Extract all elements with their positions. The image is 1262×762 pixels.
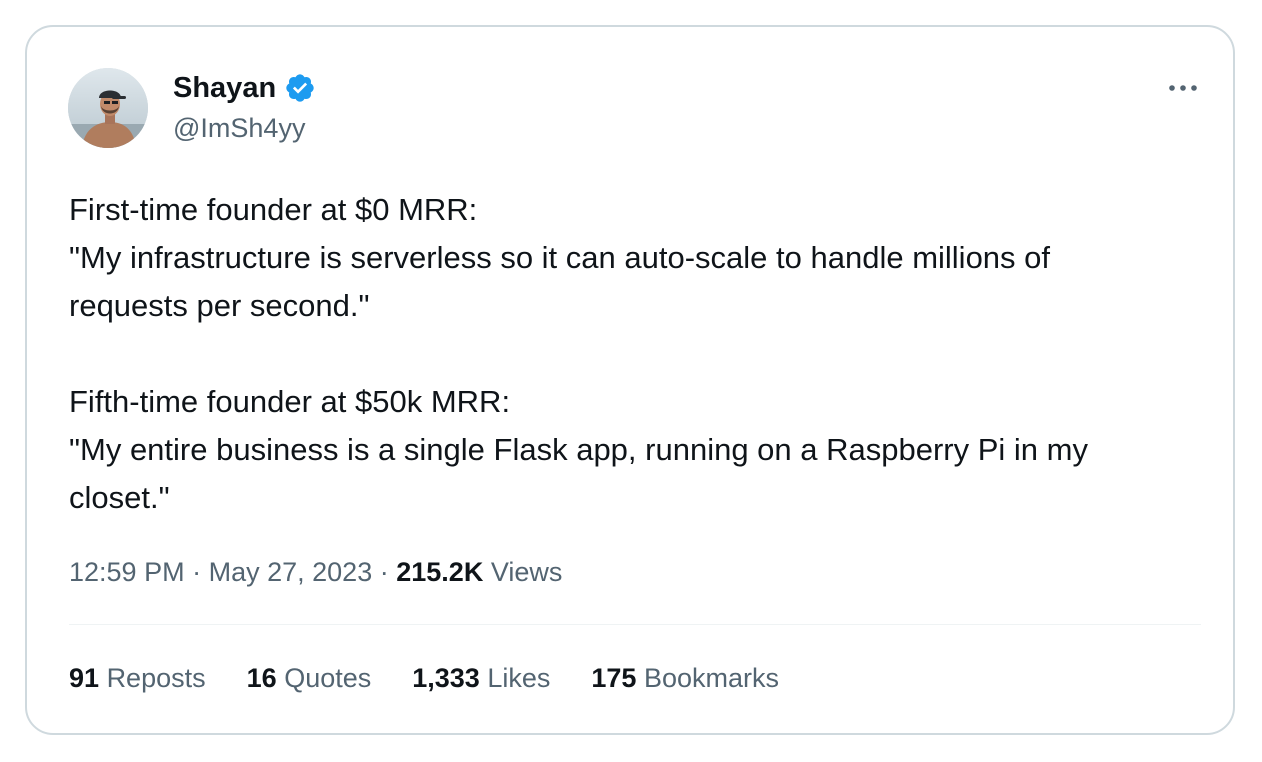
tweet-date[interactable]: May 27, 2023 [209, 557, 373, 587]
quotes-count: 16 [246, 663, 277, 693]
quotes-label: Quotes [284, 663, 372, 693]
author-name[interactable]: Shayan [173, 70, 276, 106]
avatar[interactable] [68, 68, 148, 148]
tweet-line-gap [69, 330, 1219, 378]
likes-stat[interactable]: 1,333 Likes [412, 660, 550, 696]
divider [69, 624, 1201, 625]
reposts-stat[interactable]: 91 Reposts [69, 660, 206, 696]
bookmarks-stat[interactable]: 175 Bookmarks [591, 660, 779, 696]
tweet-text: First-time founder at $0 MRR: "My infras… [69, 186, 1219, 522]
avatar-photo-icon [68, 68, 148, 148]
likes-label: Likes [487, 663, 551, 693]
tweet-line: Fifth-time founder at $50k MRR: [69, 384, 511, 419]
meta-separator: · [192, 557, 202, 587]
tweet-line: requests per second." [69, 288, 370, 323]
verified-badge-icon[interactable] [284, 72, 316, 104]
views-label: Views [490, 557, 563, 587]
more-options-icon[interactable] [1166, 78, 1200, 98]
views-count: 215.2K [396, 557, 484, 587]
likes-count: 1,333 [412, 663, 480, 693]
engagement-stats: 91 Reposts 16 Quotes 1,333 Likes 175 Boo… [69, 660, 820, 696]
tweet-line: First-time founder at $0 MRR: [69, 192, 478, 227]
tweet-line: "My infrastructure is serverless so it c… [69, 240, 1051, 275]
reposts-count: 91 [69, 663, 100, 693]
tweet-line: "My entire business is a single Flask ap… [69, 432, 1088, 467]
quotes-stat[interactable]: 16 Quotes [247, 660, 372, 696]
reposts-label: Reposts [106, 663, 206, 693]
tweet-meta: 12:59 PM · May 27, 2023 · 215.2K Views [69, 554, 562, 590]
bookmarks-label: Bookmarks [643, 663, 779, 693]
author-name-row[interactable]: Shayan [173, 70, 316, 106]
meta-separator: · [379, 557, 389, 587]
tweet-time[interactable]: 12:59 PM [69, 557, 185, 587]
author-handle[interactable]: @ImSh4yy [173, 110, 305, 146]
tweet-line: closet." [69, 480, 170, 515]
bookmarks-count: 175 [591, 663, 637, 693]
